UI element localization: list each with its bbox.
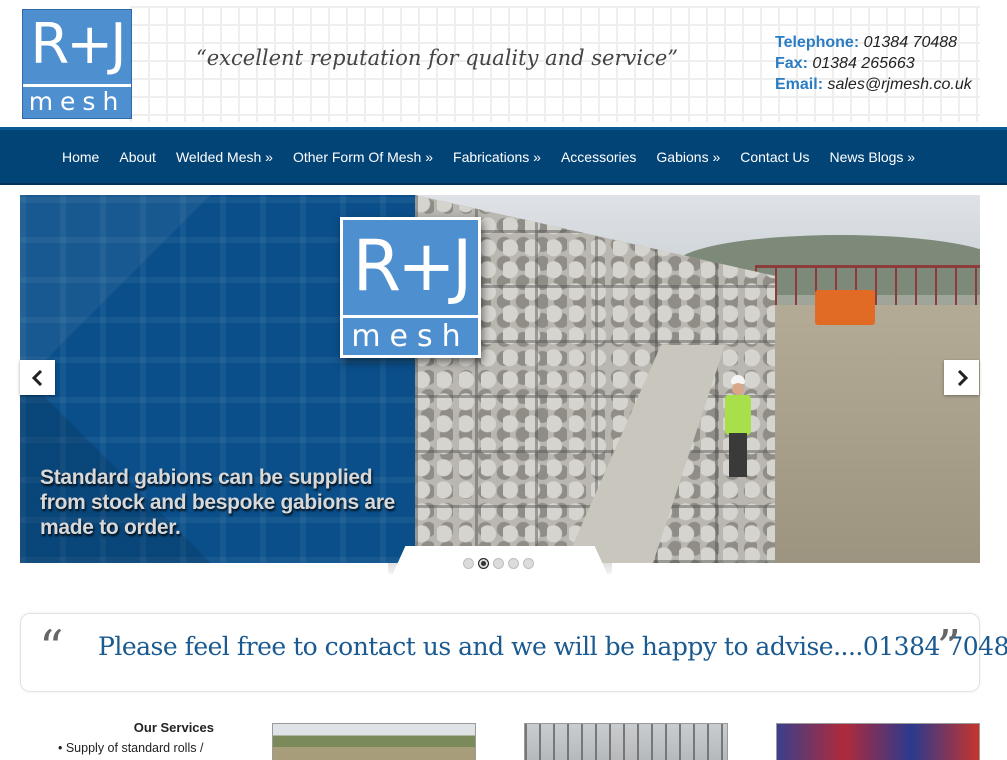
telephone-value[interactable]: 01384 70488 bbox=[864, 34, 957, 51]
telephone-line: Telephone: 01384 70488 bbox=[775, 32, 972, 53]
slide-dot-1[interactable] bbox=[463, 558, 474, 569]
slide-logo-rj-text: R+J bbox=[352, 225, 473, 307]
slider-pagination bbox=[463, 558, 534, 569]
close-quote-icon: ” bbox=[936, 620, 961, 676]
nav-item-accessories[interactable]: Accessories bbox=[551, 149, 646, 165]
logo-mesh-text: mesh bbox=[23, 84, 131, 118]
nav-item-home[interactable]: Home bbox=[52, 149, 109, 165]
worker-legs bbox=[729, 433, 747, 477]
chevron-right-icon bbox=[957, 369, 968, 386]
slide-caption: Standard gabions can be supplied from st… bbox=[40, 466, 396, 539]
contact-quote-text: Please feel free to contact us and we wi… bbox=[98, 632, 1007, 661]
nav-item-fabrications[interactable]: Fabrications » bbox=[443, 149, 551, 165]
nav-item-contact-us[interactable]: Contact Us bbox=[730, 149, 819, 165]
slide-dot-4[interactable] bbox=[508, 558, 519, 569]
contact-details: Telephone: 01384 70488 Fax: 01384 265663… bbox=[775, 32, 972, 95]
slide-dot-3[interactable] bbox=[493, 558, 504, 569]
email-link[interactable]: sales@rjmesh.co.uk bbox=[827, 76, 971, 93]
nav-item-welded-mesh[interactable]: Welded Mesh » bbox=[166, 149, 283, 165]
email-line: Email: sales@rjmesh.co.uk bbox=[775, 74, 972, 95]
products-thumbnail[interactable] bbox=[776, 723, 980, 760]
fax-label: Fax: bbox=[775, 55, 808, 72]
photo-digger bbox=[815, 290, 875, 325]
nav-menu: Home About Welded Mesh » Other Form Of M… bbox=[52, 130, 925, 183]
telephone-label: Telephone: bbox=[775, 34, 860, 51]
fax-value: 01384 265663 bbox=[812, 55, 915, 72]
nav-item-other-form-of-mesh[interactable]: Other Form Of Mesh » bbox=[283, 149, 443, 165]
nav-item-news-blogs[interactable]: News Blogs » bbox=[820, 149, 926, 165]
our-services-heading: Our Services bbox=[133, 720, 214, 735]
mesh-basket-thumbnail[interactable] bbox=[524, 723, 728, 760]
slide-dot-2[interactable] bbox=[478, 558, 489, 569]
slide-logo-mesh-text: mesh bbox=[343, 315, 478, 355]
slider-prev-button[interactable] bbox=[20, 360, 55, 395]
service-list-item: • Supply of standard rolls / bbox=[58, 741, 204, 755]
site-header: R+J mesh “excellent reputation for quali… bbox=[0, 0, 1007, 127]
logo-rj-text: R+J bbox=[30, 12, 126, 77]
site-logo[interactable]: R+J mesh bbox=[22, 9, 132, 119]
main-navigation: Home About Welded Mesh » Other Form Of M… bbox=[0, 127, 1007, 185]
chevron-left-icon bbox=[31, 369, 42, 386]
slide-logo: R+J mesh bbox=[340, 217, 481, 358]
worker-head bbox=[732, 383, 744, 395]
contact-quote-box: “ Please feel free to contact us and we … bbox=[20, 613, 1007, 692]
nav-item-gabions[interactable]: Gabions » bbox=[646, 149, 730, 165]
slider-next-button[interactable] bbox=[944, 360, 979, 395]
open-quote-icon: “ bbox=[39, 620, 64, 676]
fax-line: Fax: 01384 265663 bbox=[775, 53, 972, 74]
hero-slider: R+J mesh Standard gabions can be supplie… bbox=[20, 195, 980, 563]
nav-item-about[interactable]: About bbox=[109, 149, 166, 165]
worker-hi-vis-jacket bbox=[725, 395, 751, 435]
slide-dot-5[interactable] bbox=[523, 558, 534, 569]
photo-worker bbox=[725, 375, 751, 485]
our-services-section: Our Services • Supply of standard rolls … bbox=[20, 720, 216, 755]
email-label: Email: bbox=[775, 76, 824, 93]
slide-gabion-photo bbox=[415, 195, 980, 563]
tagline: “excellent reputation for quality and se… bbox=[196, 46, 679, 70]
gabion-thumbnail[interactable] bbox=[272, 723, 476, 760]
